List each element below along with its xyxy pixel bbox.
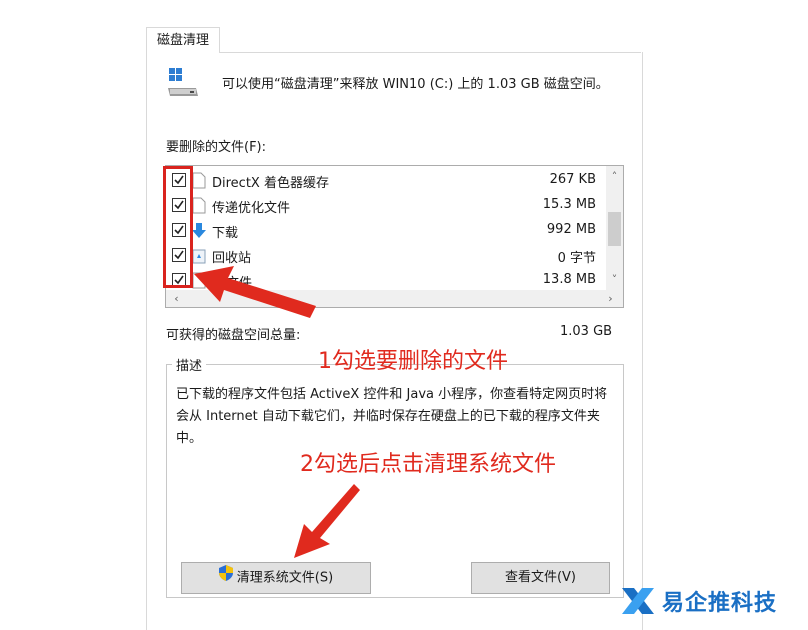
description-legend: 描述 [172,355,207,374]
tab-divider [220,52,641,53]
file-name: DirectX 着色器缓存 [212,176,329,191]
file-size: 992 MB [546,222,596,237]
list-item[interactable]: 下载 992 MB [166,218,606,243]
file-size: 0 字节 [557,251,596,266]
tab-disk-cleanup[interactable]: 磁盘清理 [146,27,220,53]
download-arrow-icon [192,222,206,239]
clean-system-files-button[interactable]: 清理系统文件(S) [181,562,371,594]
annotation-step2: 2勾选后点击清理系统文件 [300,452,556,477]
total-space-label: 可获得的磁盘空间总量: [166,328,301,343]
annotation-step1: 1勾选要删除的文件 [318,349,508,374]
file-size: 267 KB [549,172,596,187]
scroll-down-icon[interactable]: ˅ [606,271,623,288]
watermark-logo: 易企推科技 [620,584,777,618]
intro-text: 可以使用“磁盘清理”来释放 WIN10 (C:) 上的 1.03 GB 磁盘空间… [222,77,609,92]
clean-system-files-label: 清理系统文件(S) [236,570,334,586]
scroll-thumb[interactable] [608,212,621,246]
arrow-to-clean-button [294,484,360,558]
logo-text: 易企推科技 [662,591,778,616]
arrow-to-checkboxes [194,266,316,318]
scroll-left-icon[interactable]: ‹ [168,290,185,307]
shield-icon [218,563,233,593]
blank-file-icon [192,172,206,189]
list-item[interactable]: 传递优化文件 15.3 MB [166,193,606,218]
file-size: 15.3 MB [542,197,596,212]
drive-icon [166,66,200,100]
files-to-delete-label: 要删除的文件(F): [166,140,267,155]
scroll-up-icon[interactable]: ˄ [606,168,623,185]
file-name: 传递优化文件 [212,201,291,216]
logo-mark-icon [622,588,654,614]
blank-file-icon [192,197,206,214]
scroll-right-icon[interactable]: › [602,290,619,307]
file-size: 13.8 MB [542,272,596,287]
vertical-scrollbar[interactable]: ˄ ˅ [606,166,623,290]
list-item[interactable]: DirectX 着色器缓存 267 KB [166,168,606,193]
checkbox-highlight [163,166,193,288]
view-files-button[interactable]: 查看文件(V) [471,562,610,594]
file-name: 下载 [212,226,239,241]
total-space-value: 1.03 GB [560,324,613,339]
description-text: 已下载的程序文件包括 ActiveX 控件和 Java 小程序，你查看特定网页时… [176,387,608,446]
